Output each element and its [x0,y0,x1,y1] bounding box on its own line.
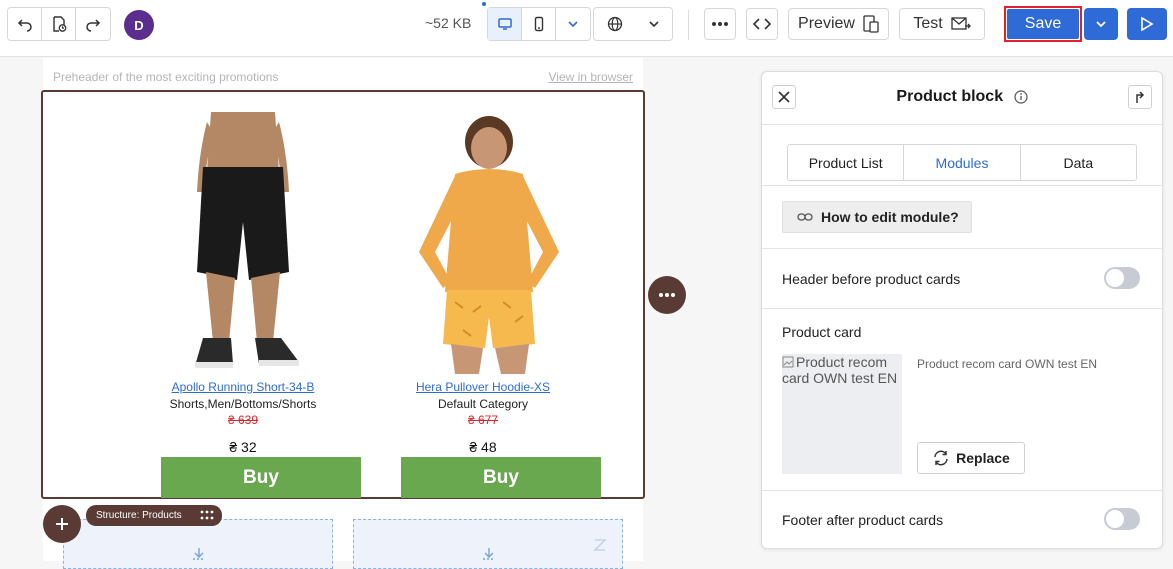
product-price: ₴ 32 [229,439,257,455]
block-more-button[interactable] [648,276,686,314]
product-name-link[interactable]: Hera Pullover Hoodie-XS [343,380,623,394]
desktop-icon [497,18,512,30]
empty-drop-zone[interactable] [353,519,623,569]
broken-image-icon [782,356,794,368]
globe-icon [607,16,622,32]
email-size-label: ~52 KB [425,15,472,31]
drop-arrow-icon [193,548,205,560]
tab-modules[interactable]: Modules [904,145,1021,180]
chevron-down-icon [568,21,578,28]
undo-button[interactable] [8,8,42,40]
product-old-price: ₴ 677 [467,413,499,427]
empty-drop-zone[interactable] [63,519,333,569]
save-button[interactable]: Save [1007,9,1079,39]
chevron-down-icon [648,21,659,28]
panel-popout-button[interactable] [1128,85,1152,109]
code-editor-button[interactable] [746,8,778,40]
link-icon [797,213,813,221]
section-divider [762,185,1162,186]
history-controls [7,7,111,41]
redo-icon [86,19,101,32]
product-image-shorts[interactable] [103,112,383,374]
add-block-button[interactable] [43,505,81,543]
test-email-button[interactable]: Test [899,8,985,40]
save-options-dropdown[interactable] [1084,8,1118,40]
mobile-view-button[interactable] [522,8,556,40]
undo-icon [17,19,32,32]
drop-arrow-icon [483,548,495,560]
buy-button[interactable]: Buy [401,457,601,498]
replace-label: Replace [956,450,1010,466]
product-card-thumbnail: Product recom card OWN test EN [782,354,902,474]
tab-product-list[interactable]: Product List [788,145,905,180]
preheader-text[interactable]: Preheader of the most exciting promotion… [53,70,278,84]
how-to-label: How to edit module? [821,209,959,225]
sleep-z-icon [593,539,607,551]
language-selector[interactable] [593,7,673,41]
product-card-name: Product recom card OWN test EN [917,357,1098,371]
product-block[interactable]: Apollo Running Short-34-B Shorts,Men/Bot… [41,90,645,499]
device-dropdown-button[interactable] [556,8,590,40]
more-dots-icon [659,293,675,297]
view-in-browser-link[interactable]: View in browser [549,70,633,84]
user-avatar[interactable]: D [124,10,154,40]
plus-icon [56,518,68,530]
replace-button[interactable]: Replace [917,442,1025,474]
section-divider [762,248,1162,249]
status-dot [482,2,486,6]
panel-title: Product block [762,88,1162,106]
info-icon[interactable] [1013,90,1028,104]
redo-button[interactable] [76,8,110,40]
device-preview-icon [863,15,879,33]
buy-button[interactable]: Buy [161,457,361,498]
product-name-link[interactable]: Apollo Running Short-34-B [103,380,383,394]
preview-label: Preview [798,15,855,32]
product-category: Default Category [437,397,529,411]
panel-title-text: Product block [896,88,1004,105]
history-icon [52,16,66,32]
product-image-hoodie[interactable] [343,112,623,374]
section-divider [762,308,1162,309]
footer-toggle[interactable] [1104,508,1140,530]
send-mail-icon [951,17,971,30]
send-campaign-button[interactable] [1127,8,1167,40]
panel-header: Product block [762,72,1162,125]
code-icon [753,18,771,30]
more-dots-icon [712,22,728,26]
toolbar-divider [688,10,689,40]
structure-tag-label: Structure: Products [96,510,182,521]
section-divider [762,490,1162,491]
structure-tag[interactable]: Structure: Products [86,505,222,526]
drag-handle-icon[interactable] [200,510,214,520]
refresh-icon [934,450,948,466]
product-old-price: ₴ 639 [227,413,259,427]
more-options-button[interactable] [704,8,736,40]
product-category: Shorts,Men/Bottoms/Shorts [169,397,317,411]
product-card-label: Product card [782,324,862,340]
version-history-button[interactable] [42,8,76,40]
preview-button[interactable]: Preview [788,8,889,40]
product-price: ₴ 48 [469,439,497,455]
panel-tabs: Product List Modules Data [787,144,1137,181]
thumbnail-alt-text: Product recom card OWN test EN [782,354,898,386]
play-icon [1141,16,1154,32]
how-to-edit-module-button[interactable]: How to edit module? [782,201,972,233]
tab-data[interactable]: Data [1021,145,1136,180]
product-block-settings-panel: Product block Product List Modules Data … [761,71,1163,549]
arrow-up-right-icon [1136,91,1145,103]
header-toggle-label: Header before product cards [782,271,961,287]
header-toggle[interactable] [1104,267,1140,289]
mobile-icon [534,16,543,32]
footer-toggle-label: Footer after product cards [782,512,944,528]
chevron-down-icon [1096,21,1106,28]
device-switcher [487,7,591,41]
test-label: Test [913,15,943,32]
top-toolbar: D ~52 KB Preview Test Save [0,0,1173,57]
desktop-view-button[interactable] [488,8,522,40]
